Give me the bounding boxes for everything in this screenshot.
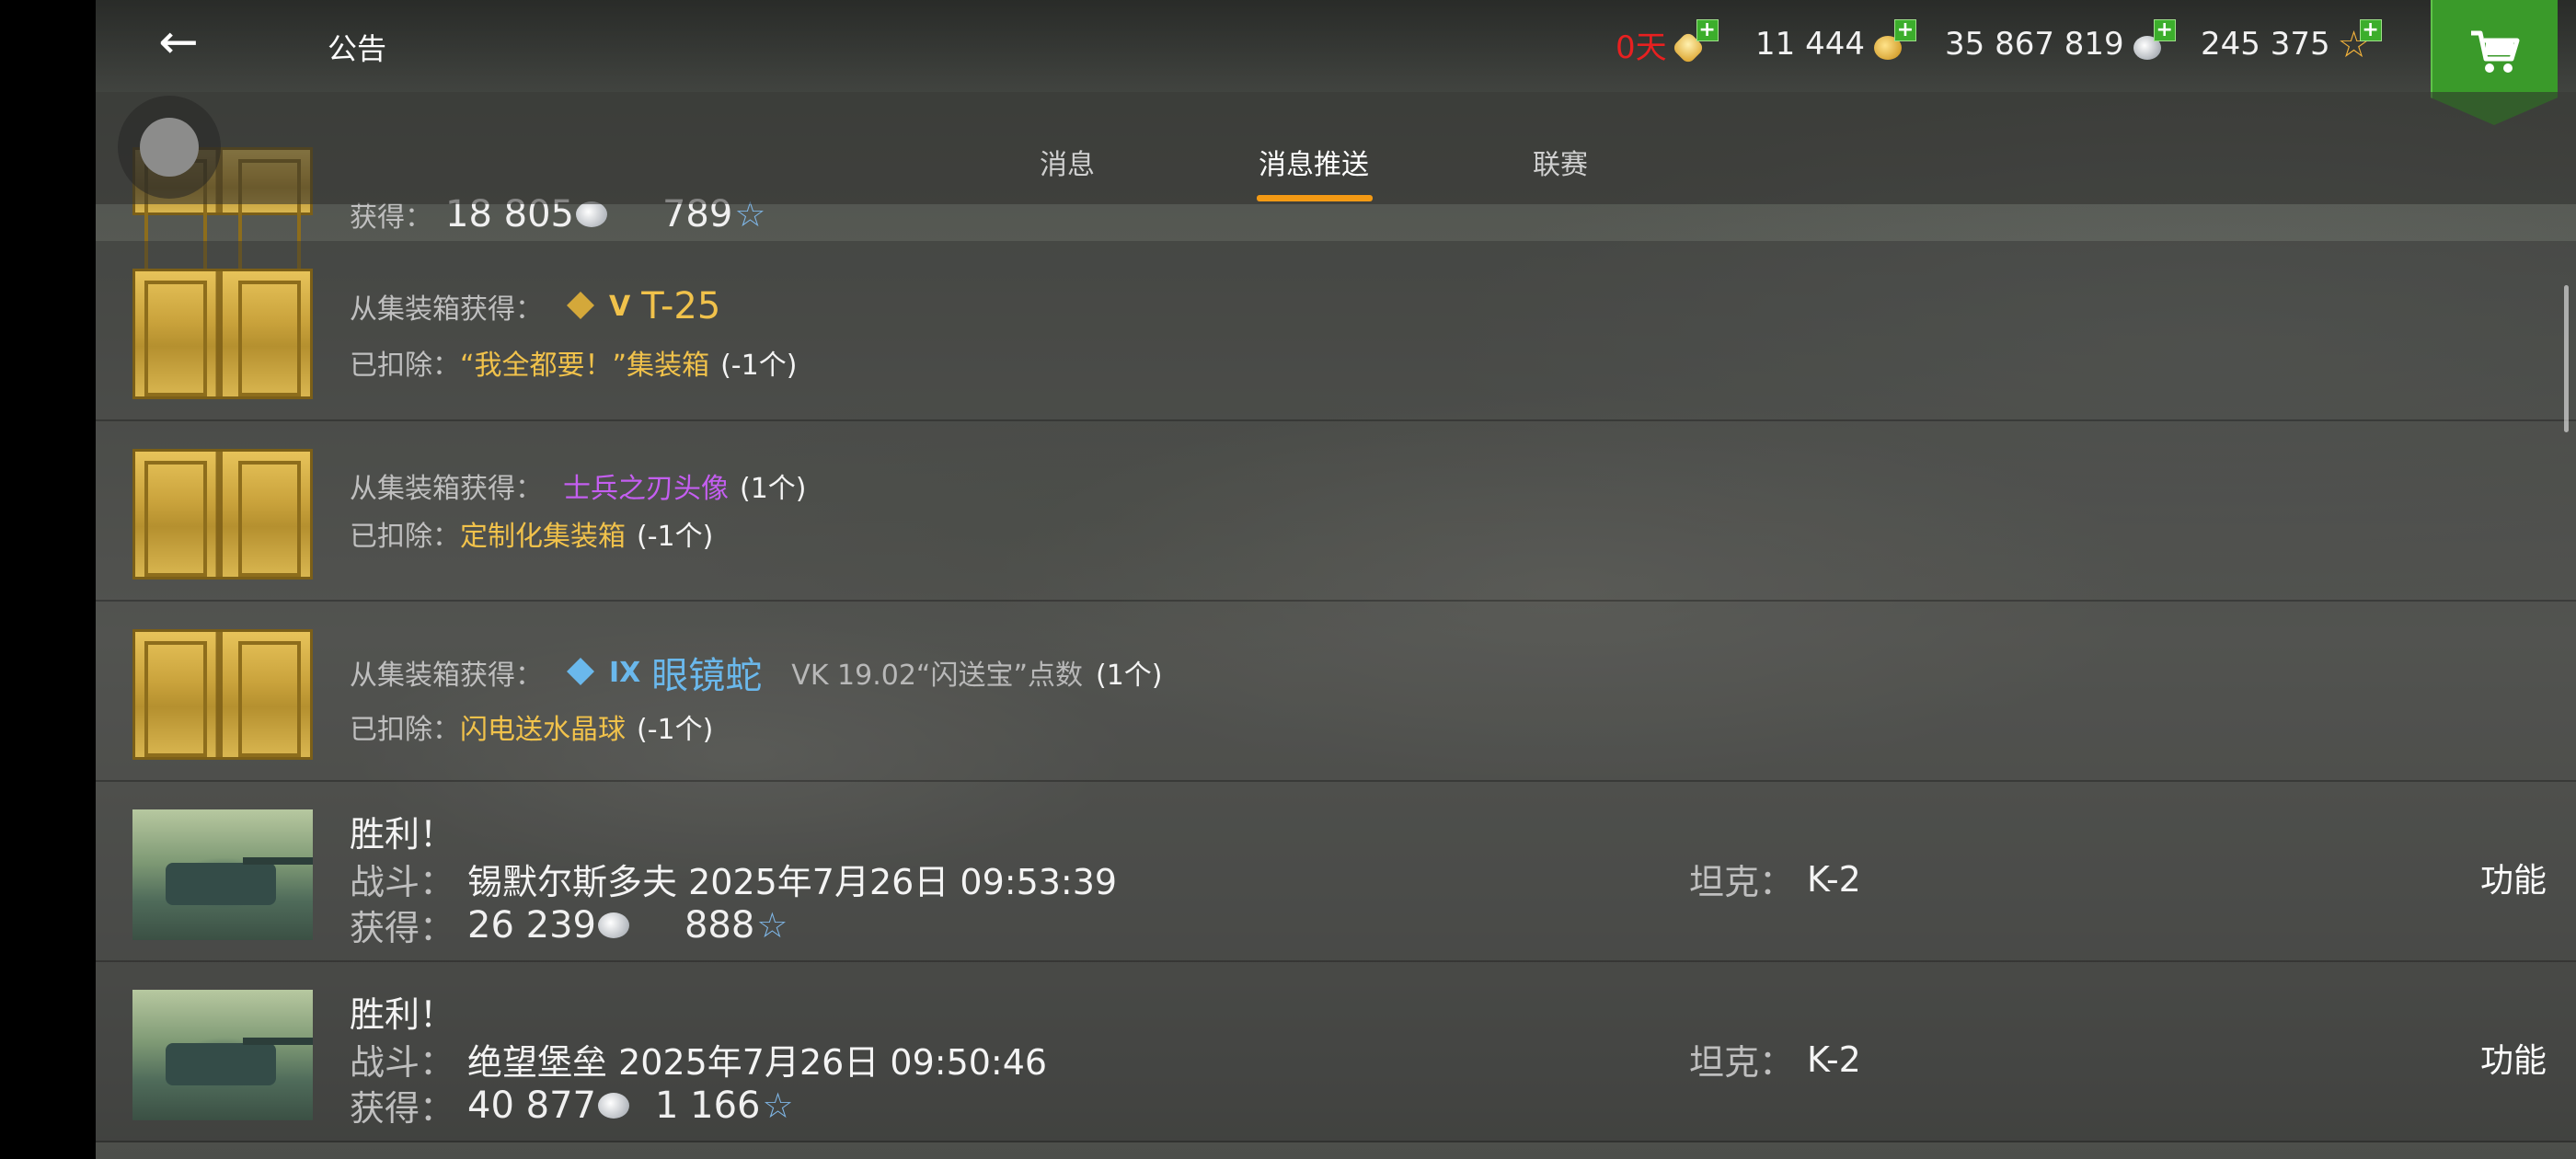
xp-value: 888: [684, 903, 755, 947]
deducted-count: (-1个): [720, 350, 798, 382]
gold-indicator[interactable]: 11 444 +: [1755, 19, 1916, 68]
tab-messages[interactable]: 消息: [1040, 142, 1095, 182]
page-title: 公告: [328, 31, 387, 66]
battle-info: 绝望堡垒 2025年7月26日 09:50:46: [467, 1042, 1048, 1083]
premium-days: 0天: [1616, 29, 1667, 66]
deducted-label: 已扣除：: [350, 521, 460, 553]
silver-coins-icon: [597, 1092, 629, 1119]
silver-coins-icon: +: [2130, 19, 2176, 65]
top-bar: ← 公告 0天 + 11 444 + 35 867 819 + 245 375 …: [96, 0, 2576, 92]
tab-league[interactable]: 联赛: [1533, 142, 1588, 182]
free-xp-value: 245 375: [2201, 26, 2330, 63]
free-xp-indicator[interactable]: 245 375 ☆ +: [2201, 19, 2382, 68]
list-item[interactable]: 胜利！ 战斗： 锡默尔斯多夫 2025年7月26日 09:53:39 获得： 2…: [96, 782, 2576, 962]
item-name: T-25: [641, 285, 721, 327]
battle-label: 战斗：: [350, 1042, 455, 1083]
gold-value: 11 444: [1755, 26, 1865, 63]
deducted-item: 定制化集装箱: [460, 521, 626, 553]
received-label: 从集装箱获得：: [350, 660, 543, 692]
star-icon: ☆: [762, 1084, 794, 1126]
item-name: 士兵之刃头像: [563, 473, 729, 505]
battle-label: 战斗：: [350, 862, 455, 902]
app-window: 获得： 18 805 789 ☆ ← 公告 0天 + 11 444 + 35 8…: [96, 0, 2576, 1159]
silver-coins-icon: [597, 912, 629, 938]
function-button[interactable]: 功能: [2480, 854, 2547, 901]
deducted-item: “我全都要！”集装箱: [460, 350, 710, 382]
list-item[interactable]: 胜利！ 战斗： 绝望堡垒 2025年7月26日 09:50:46 获得： 40 …: [96, 962, 2576, 1142]
credits-value: 26 239: [467, 903, 596, 947]
tank-label: 坦克：: [1689, 862, 1795, 902]
deducted-count: (-1个): [637, 521, 714, 553]
tier-value: V: [609, 290, 631, 323]
item-name: 眼镜蛇: [651, 655, 763, 697]
list-item[interactable]: 从集装箱获得： IX 眼镜蛇 VK 19.02“闪送宝”点数 (1个) 已扣除：…: [96, 602, 2576, 782]
premium-icon: +: [1671, 19, 1719, 65]
item-count: (1个): [1096, 660, 1163, 692]
deducted-label: 已扣除：: [350, 714, 460, 746]
active-tab-indicator: [1257, 195, 1373, 201]
tank-thumbnail: [132, 809, 313, 940]
item-extra: VK 19.02“闪送宝”点数: [791, 660, 1083, 692]
crate-thumbnail: [132, 449, 313, 580]
tier-badge-icon: [563, 288, 600, 325]
tier-value: IX: [609, 656, 641, 689]
tier-badge-icon: [563, 654, 600, 691]
credits-indicator[interactable]: 35 867 819 +: [1945, 19, 2176, 68]
star-icon: ☆: [756, 904, 788, 946]
list-item[interactable]: 从集装箱获得： V T-25 已扣除： “我全都要！”集装箱 (-1个): [96, 241, 2576, 421]
received-label: 从集装箱获得：: [350, 473, 543, 505]
tank-name: K-2: [1807, 1039, 1861, 1080]
deducted-count: (-1个): [637, 714, 714, 746]
earn-label: 获得：: [350, 1088, 455, 1129]
crate-thumbnail: [132, 269, 313, 399]
tab-bar: 消息 消息推送 联赛: [96, 92, 2576, 204]
function-button[interactable]: 功能: [2480, 1034, 2547, 1082]
deducted-label: 已扣除：: [350, 350, 460, 382]
battle-result: 胜利！: [350, 994, 455, 1035]
deducted-item: 闪电送水晶球: [460, 714, 626, 746]
back-arrow-icon[interactable]: ←: [151, 18, 206, 70]
premium-indicator[interactable]: 0天 +: [1616, 19, 1719, 68]
battle-result: 胜利！: [350, 814, 455, 855]
credits-value: 40 877: [467, 1084, 596, 1127]
list-item[interactable]: 从集装箱获得： 士兵之刃头像 (1个) 已扣除： 定制化集装箱 (-1个): [96, 421, 2576, 602]
received-label: 从集装箱获得：: [350, 293, 543, 326]
shopping-cart-icon: [2471, 30, 2520, 73]
tank-name: K-2: [1807, 858, 1861, 900]
earn-label: 获得：: [350, 908, 455, 948]
tank-thumbnail: [132, 990, 313, 1120]
tank-label: 坦克：: [1689, 1042, 1795, 1083]
gold-coins-icon: +: [1870, 19, 1916, 65]
tab-message-push[interactable]: 消息推送: [1259, 142, 1369, 182]
xp-value: 1 166: [654, 1084, 761, 1127]
item-count: (1个): [740, 473, 807, 505]
star-icon: ☆ +: [2336, 19, 2382, 65]
scrollbar[interactable]: [2564, 285, 2569, 432]
credits-value: 35 867 819: [1945, 26, 2124, 63]
battle-info: 锡默尔斯多夫 2025年7月26日 09:53:39: [467, 862, 1118, 902]
silver-coins-icon: [575, 201, 607, 227]
crate-thumbnail: [132, 629, 313, 760]
